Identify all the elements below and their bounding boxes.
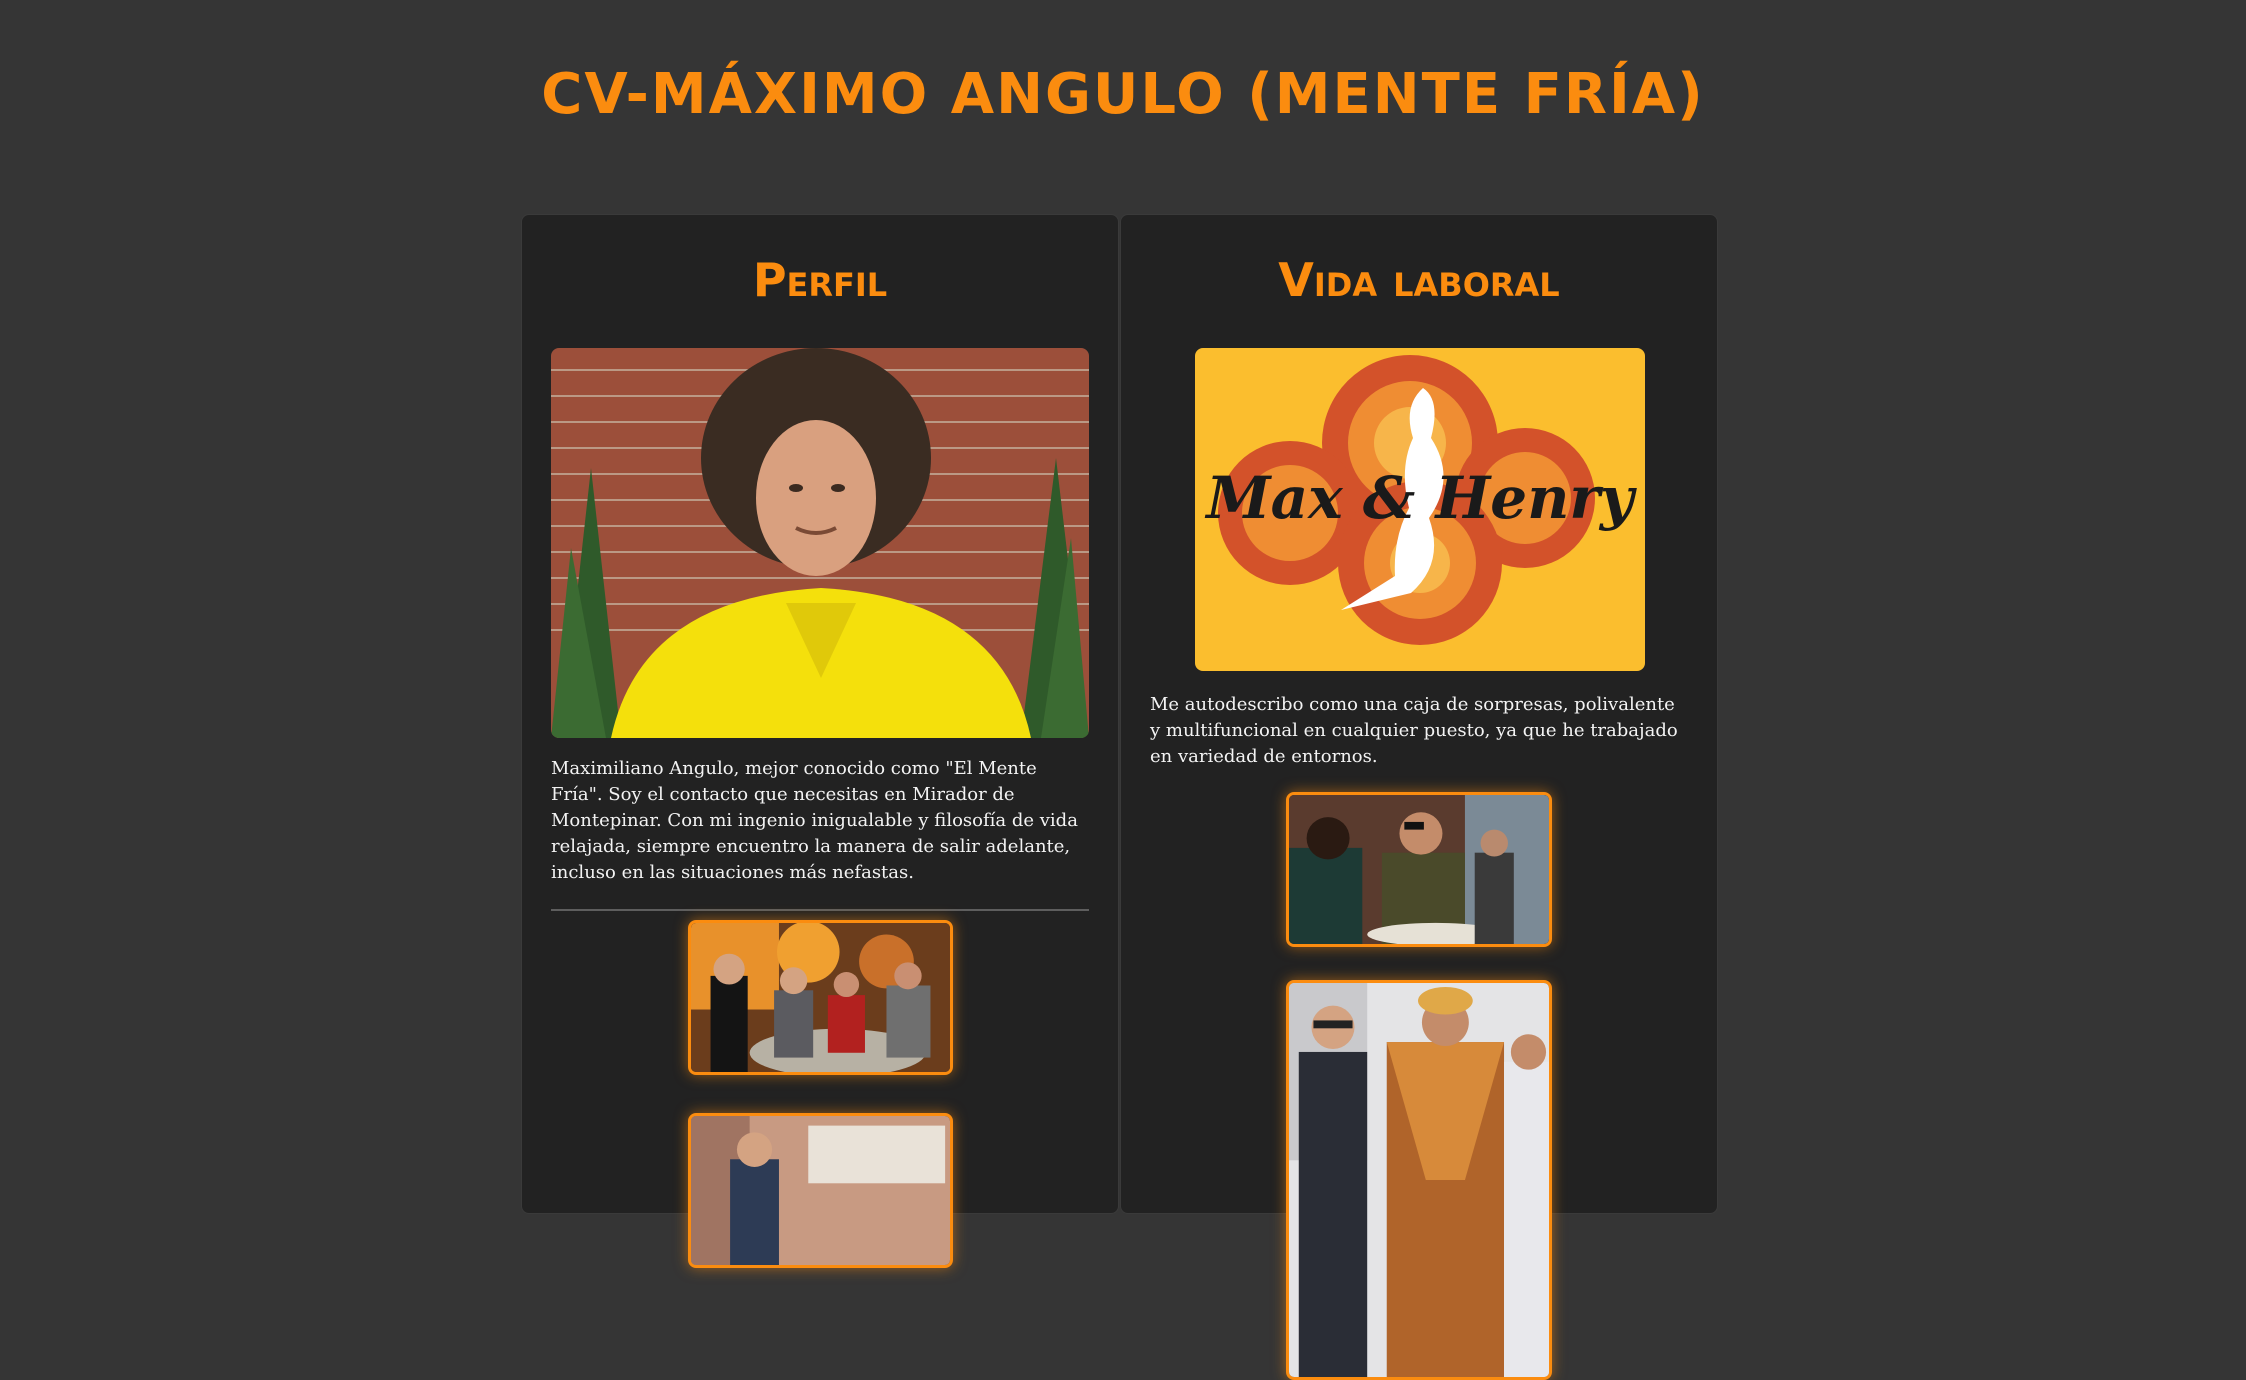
perfil-description: Maximiliano Angulo, mejor conocido como … <box>551 758 1078 883</box>
perfil-section: Perfil Maximiliano Angulo, mejor conocid… <box>521 214 1119 1268</box>
scene-thumbnail[interactable] <box>688 1113 953 1268</box>
vida-laboral-section: Vida laboral Max & Henry Me autodescribo… <box>1120 214 1718 1380</box>
divider <box>551 909 1089 911</box>
scene-thumbnail[interactable] <box>1286 980 1552 1380</box>
scene-thumbnail[interactable] <box>1286 792 1552 947</box>
vida-laboral-heading: Vida laboral <box>1278 253 1560 307</box>
scene-thumbnail[interactable] <box>688 920 953 1075</box>
vida-laboral-description: Me autodescribo como una caja de sorpres… <box>1150 694 1678 767</box>
logo-wordmark: Max & Henry <box>1204 464 1638 532</box>
profile-photo <box>551 348 1089 738</box>
perfil-heading: Perfil <box>752 253 888 307</box>
max-henry-logo: Max & Henry <box>1195 348 1645 671</box>
page-title: CV-MÁXIMO ANGULO (MENTE FRÍA) <box>541 62 1705 127</box>
